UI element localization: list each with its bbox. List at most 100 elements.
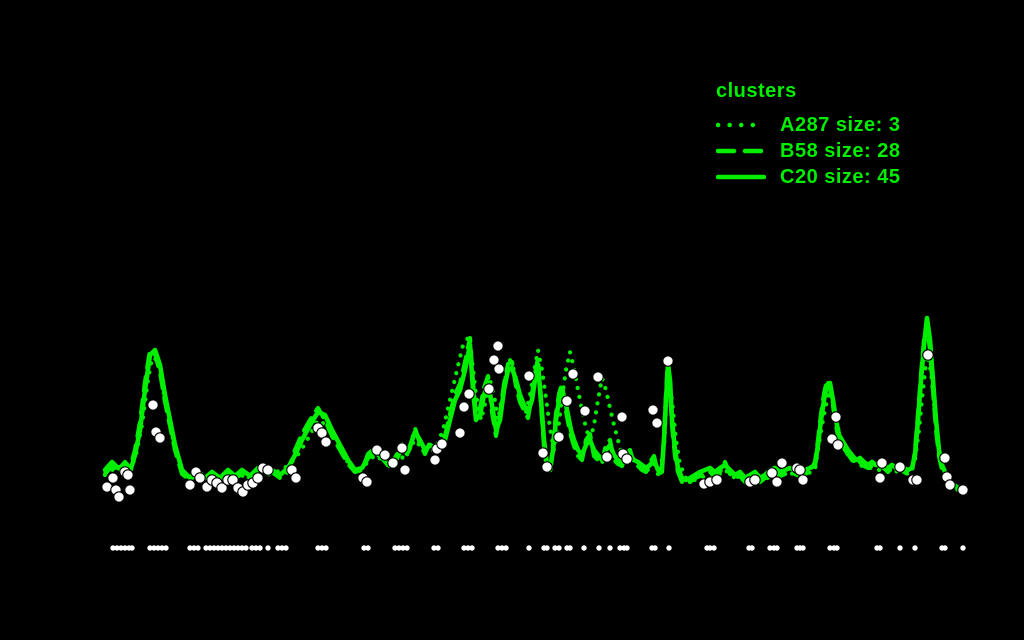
sample-point [776, 457, 788, 469]
sample-point [122, 469, 134, 481]
sample-point [147, 399, 159, 411]
sample-point [651, 417, 663, 429]
sample-point [553, 431, 565, 443]
rug-dot [129, 545, 135, 551]
sample-point [537, 447, 549, 459]
sample-point [184, 479, 196, 491]
rug-dot [711, 545, 717, 551]
rug-dot [163, 545, 169, 551]
legend-row-c20: C20 size: 45 [716, 164, 901, 190]
sample-point [711, 474, 723, 486]
sample-point [541, 461, 553, 473]
rug-dot [774, 545, 780, 551]
sample-point [483, 383, 495, 395]
sample-point [832, 439, 844, 451]
rug-dot [243, 545, 249, 551]
legend-entry-label: C20 size: 45 [780, 165, 901, 188]
sample-point [113, 491, 125, 503]
rug-dot [800, 545, 806, 551]
rug-dot [624, 545, 630, 551]
sample-point [601, 451, 613, 463]
dashed-line-icon [716, 148, 766, 154]
rug-dot [877, 545, 883, 551]
legend-row-a287: A287 size: 3 [716, 112, 901, 138]
rug-dot [365, 545, 371, 551]
sample-point [194, 472, 206, 484]
sample-point [124, 484, 136, 496]
rug-dot [834, 545, 840, 551]
legend-entry-label: B58 size: 28 [780, 139, 901, 162]
sample-point [939, 452, 951, 464]
chart-canvas: clusters A287 size: 3 B58 size: 28 C20 s… [0, 0, 1024, 640]
rug-dot [960, 545, 966, 551]
rug-dot [265, 545, 271, 551]
sample-point [252, 472, 264, 484]
sample-point [797, 474, 809, 486]
rug-dot [257, 545, 263, 551]
sample-point [561, 395, 573, 407]
rug-dot [942, 545, 948, 551]
rug-dot [469, 545, 475, 551]
sample-point [379, 449, 391, 461]
rug-dot [544, 545, 550, 551]
sample-point [957, 484, 969, 496]
sample-point [944, 479, 956, 491]
sample-point [262, 464, 274, 476]
legend-title: clusters [716, 80, 797, 102]
rug-dot [652, 545, 658, 551]
rug-dot [666, 545, 672, 551]
legend-entry-label: A287 size: 3 [780, 113, 901, 136]
sample-point [876, 457, 888, 469]
rug-dot [435, 545, 441, 551]
rug-dot [323, 545, 329, 551]
rug-dot [526, 545, 532, 551]
sample-point [463, 388, 475, 400]
sample-point [320, 436, 332, 448]
sample-point [396, 442, 408, 454]
rug-dot [195, 545, 201, 551]
sample-point [922, 349, 934, 361]
rug-dot [607, 545, 613, 551]
sample-point [493, 363, 505, 375]
rug-dot [567, 545, 573, 551]
legend: clusters A287 size: 3 B58 size: 28 C20 s… [716, 80, 901, 190]
sample-point [107, 472, 119, 484]
sample-point [616, 411, 628, 423]
sample-point [662, 355, 674, 367]
sample-point [399, 464, 411, 476]
rug-dot [596, 545, 602, 551]
sample-point [749, 474, 761, 486]
sample-point [361, 476, 373, 488]
legend-row-b58: B58 size: 28 [716, 138, 901, 164]
sample-point [579, 405, 591, 417]
sample-point [290, 472, 302, 484]
rug-dot [912, 545, 918, 551]
sample-point [830, 411, 842, 423]
sample-point [567, 368, 579, 380]
sample-point [387, 457, 399, 469]
sample-point [454, 427, 466, 439]
sample-point [794, 464, 806, 476]
rug-dot [749, 545, 755, 551]
rug-dot [283, 545, 289, 551]
dotted-line-icon [716, 122, 766, 128]
sample-point [523, 370, 535, 382]
sample-point [492, 340, 504, 352]
sample-point [894, 461, 906, 473]
rug-dot [404, 545, 410, 551]
sample-point [771, 476, 783, 488]
sample-point [911, 474, 923, 486]
sample-point [621, 453, 633, 465]
sample-point [429, 454, 441, 466]
sample-point [436, 438, 448, 450]
sample-point [592, 371, 604, 383]
sample-point [647, 404, 659, 416]
sample-point [154, 432, 166, 444]
rug-dot [581, 545, 587, 551]
sample-point [874, 472, 886, 484]
rug-dot [503, 545, 509, 551]
rug-dot [897, 545, 903, 551]
rug-dot [556, 545, 562, 551]
solid-line-icon [716, 174, 766, 180]
sample-point [458, 401, 470, 413]
